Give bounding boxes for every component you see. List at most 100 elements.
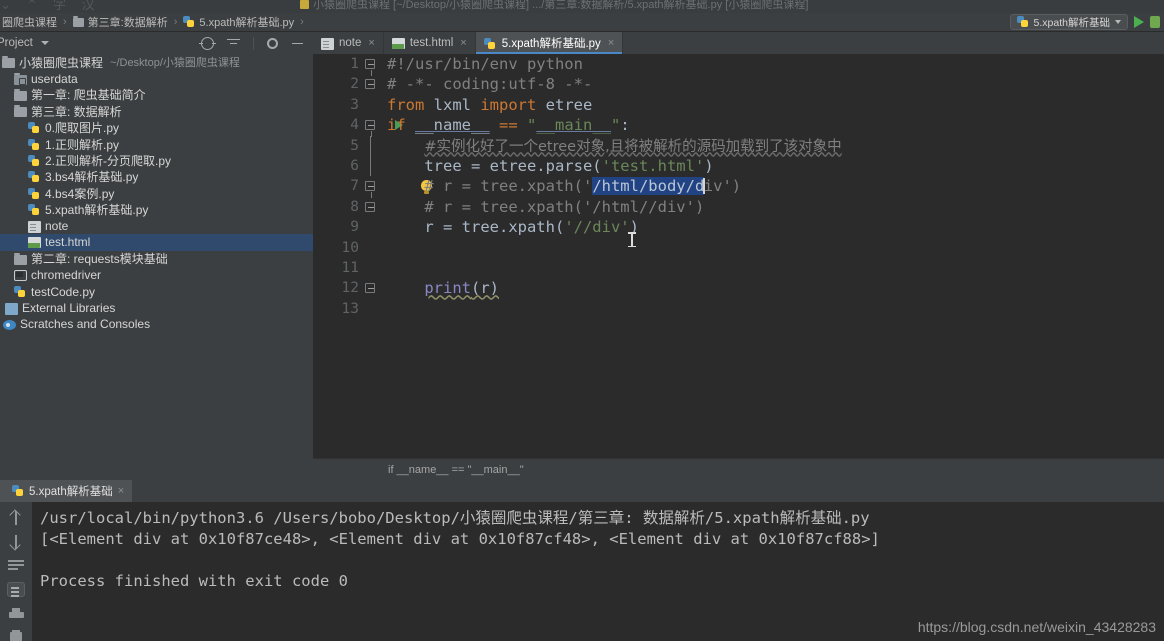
tree-item[interactable]: 小猿圈爬虫课程 ~/Desktop/小猿圈爬虫课程 [0,54,313,70]
fold-icon[interactable] [365,120,375,138]
arrow-down-icon[interactable] [8,534,24,550]
close-icon[interactable]: × [118,485,124,497]
tree-item[interactable]: 5.xpath解析基础.py [0,202,313,218]
code-line[interactable]: 8 # r = tree.xpath('/html//div') [313,197,1164,217]
code-line[interactable]: 7 # r = tree.xpath('/html/body/div') [313,176,1164,199]
close-icon[interactable]: × [368,37,374,49]
soft-wrap-icon[interactable] [8,558,24,571]
fold-icon[interactable] [365,181,375,199]
arrow-up-icon[interactable] [8,510,24,526]
close-icon[interactable]: × [608,37,614,49]
breadcrumb: 圈爬虫课程 › 第三章:数据解析 › 5.xpath解析基础.py › [0,14,310,30]
tree-item[interactable]: chromedriver [0,267,313,283]
project-tree[interactable]: 小猿圈爬虫课程 ~/Desktop/小猿圈爬虫课程 userdata 第一章: 爬虫基… [0,54,313,480]
close-icon[interactable]: × [460,37,466,49]
tree-item[interactable]: testCode.py [0,283,313,299]
fold-gutter[interactable] [359,238,381,258]
editor-tab[interactable]: test.html × [384,32,476,54]
collapse-all-icon[interactable] [227,37,240,50]
code-line[interactable]: 12 print(r) [313,278,1164,298]
line-number: 10 [341,239,359,256]
tree-item[interactable]: 1.正则解析.py [0,136,313,152]
code-line[interactable]: 4 if __name__ == "__main__": [313,115,1164,138]
tree-item-label: 4.bs4案例.py [45,186,115,201]
fold-gutter[interactable] [359,299,381,319]
line-number: 3 [350,96,359,113]
code-line[interactable]: 3 from lxml import etree [313,95,1164,115]
tree-item[interactable]: 第一章: 爬虫基础简介 [0,87,313,103]
run-tab[interactable]: 5.xpath解析基础 × [0,480,133,502]
debug-icon[interactable] [1150,16,1160,28]
tree-item[interactable]: userdata [0,70,313,86]
tree-item[interactable]: 4.bs4案例.py [0,185,313,201]
code-editor[interactable]: 1 #!/usr/bin/env python 2 # -*- coding:utf-… [313,54,1164,458]
tree-item[interactable]: 第二章: requests模块基础 [0,251,313,267]
fold-gutter[interactable] [359,54,381,76]
gear-icon[interactable] [267,37,278,49]
fold-gutter[interactable] [359,115,403,138]
code-line[interactable]: 9 r = tree.xpath('//div') [313,217,1164,237]
fold-icon[interactable] [365,201,375,212]
tree-item[interactable]: External Libraries [0,300,313,316]
tree-item[interactable]: Scratches and Consoles [0,316,313,332]
code-line[interactable]: 6 tree = etree.parse('test.html') [313,155,1164,177]
chevron-down-icon[interactable] [40,41,49,45]
line-number: 5 [350,137,359,154]
fold-gutter[interactable] [359,155,381,177]
breadcrumb-item-chapter[interactable]: 第三章:数据解析 [72,14,168,30]
fold-gutter[interactable] [359,176,432,199]
breadcrumb-separator-icon: › [63,16,67,28]
target-icon[interactable] [199,36,216,50]
fold-gutter[interactable] [359,74,381,94]
project-panel-header: Project [0,32,313,54]
folder-icon [14,105,27,118]
editor-tab-bar: note × test.html × 5.xpath解析基础.py × [313,32,1164,54]
fold-gutter[interactable] [359,135,381,156]
line-number: 1 [350,56,359,72]
fold-gutter[interactable] [359,278,381,298]
tree-item[interactable]: 2.正则解析-分页爬取.py [0,152,313,168]
fold-icon[interactable] [365,283,375,294]
note-file-icon [28,220,41,233]
fold-gutter[interactable] [359,258,381,278]
fold-gutter[interactable] [359,95,381,115]
tree-item-label: 第一章: 爬虫基础简介 [31,88,146,103]
breadcrumb-item-file[interactable]: 5.xpath解析基础.py [183,14,294,30]
fold-icon[interactable] [365,79,375,90]
editor-tab[interactable]: 5.xpath解析基础.py × [475,32,624,54]
tree-item[interactable]: 第三章: 数据解析 [0,103,313,119]
minimize-icon[interactable] [291,37,304,50]
tree-item[interactable]: note [0,218,313,234]
code-line[interactable]: 13 [313,299,1164,319]
scroll-to-end-icon[interactable] [7,582,25,598]
editor-tab[interactable]: note × [313,32,384,54]
tree-item[interactable]: 0.爬取图片.py [0,120,313,136]
editor-tab-label: test.html [409,37,454,49]
editor-area: note × test.html × 5.xpath解析基础.py × 1 #!/usr/b… [313,32,1164,480]
run-configuration-selector[interactable]: 5.xpath解析基础 [1009,14,1128,30]
fold-gutter[interactable] [359,217,381,237]
tree-item[interactable]: 3.bs4解析基础.py [0,169,313,185]
code-text: if __name__ == "__main__": [387,116,630,135]
code-line[interactable]: 1 #!/usr/bin/env python [313,54,1164,76]
navbar-actions: 5.xpath解析基础 [1009,14,1164,30]
editor-tab-label: 5.xpath解析基础.py [501,38,601,50]
code-line[interactable]: 11 [313,258,1164,278]
trash-icon[interactable] [10,629,22,641]
code-line[interactable]: 10 [313,238,1164,258]
code-line[interactable]: 5 #实例化好了一个etree对象,且将被解析的源码加载到了该对象中 [313,135,1164,156]
code-line[interactable]: 2 # -*- coding:utf-8 -*- [313,74,1164,94]
breadcrumb-item-project[interactable]: 圈爬虫课程 [2,14,57,30]
tree-item-label: 2.正则解析-分页爬取.py [45,154,172,169]
tree-item[interactable]: test.html [0,234,313,251]
line-number: 2 [350,76,359,93]
print-icon[interactable] [8,608,24,619]
project-panel-title[interactable]: Project [0,37,33,49]
run-icon[interactable] [1134,16,1144,28]
os-title-strip: ⌄ ⌃ 字 汉 小猿圈爬虫课程 [~/Desktop/小猿圈爬虫课程] .../… [0,0,1164,13]
fold-icon[interactable] [365,59,375,76]
fold-gutter[interactable] [359,197,381,217]
library-icon [5,302,18,315]
